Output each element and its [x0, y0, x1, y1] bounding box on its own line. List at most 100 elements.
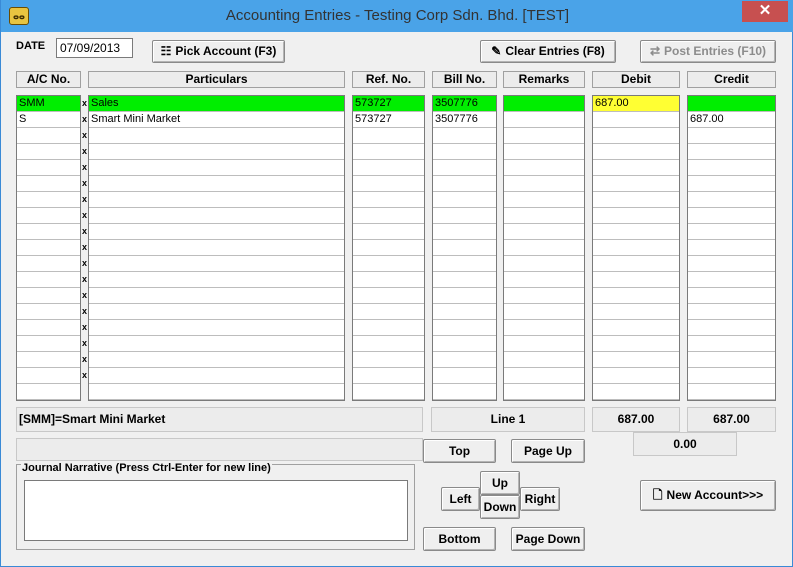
delete-marker-column[interactable]: xxxxxxxxxxxxxxxxxx — [81, 95, 88, 401]
table-cell[interactable] — [504, 224, 584, 240]
table-cell[interactable]: 687.00 — [593, 96, 679, 112]
table-cell[interactable] — [17, 368, 80, 384]
table-cell[interactable] — [688, 288, 775, 304]
ac-no-column[interactable]: SMM S — [16, 95, 81, 401]
ref-no-column[interactable]: 573727 573727 — [352, 95, 425, 401]
table-cell[interactable] — [504, 304, 584, 320]
table-cell[interactable] — [353, 176, 424, 192]
table-cell[interactable] — [353, 272, 424, 288]
table-cell[interactable] — [353, 208, 424, 224]
table-cell[interactable] — [17, 176, 80, 192]
table-cell[interactable] — [17, 208, 80, 224]
table-cell[interactable] — [353, 224, 424, 240]
table-cell[interactable] — [353, 320, 424, 336]
narrative-textarea[interactable] — [24, 480, 408, 541]
delete-row-marker[interactable]: x — [81, 271, 88, 287]
table-cell[interactable] — [504, 96, 584, 112]
table-cell[interactable]: 3507776 — [433, 96, 496, 112]
table-cell[interactable] — [89, 160, 344, 176]
table-cell[interactable] — [89, 240, 344, 256]
table-cell[interactable] — [433, 176, 496, 192]
table-cell[interactable] — [89, 384, 344, 400]
table-cell[interactable] — [17, 352, 80, 368]
table-cell[interactable] — [17, 304, 80, 320]
title-bar[interactable]: ⴰⴰ Accounting Entries - Testing Corp Sdn… — [1, 0, 793, 32]
delete-row-marker[interactable]: x — [81, 191, 88, 207]
date-input[interactable]: 07/09/2013 — [56, 38, 133, 58]
table-cell[interactable]: Smart Mini Market — [89, 112, 344, 128]
table-cell[interactable] — [89, 288, 344, 304]
delete-row-marker[interactable]: x — [81, 335, 88, 351]
table-cell[interactable]: 3507776 — [433, 112, 496, 128]
table-cell[interactable] — [433, 272, 496, 288]
table-cell[interactable] — [688, 336, 775, 352]
table-cell[interactable] — [89, 336, 344, 352]
table-cell[interactable] — [17, 224, 80, 240]
delete-row-marker[interactable]: x — [81, 287, 88, 303]
table-cell[interactable] — [688, 192, 775, 208]
delete-row-marker[interactable]: x — [81, 239, 88, 255]
table-cell[interactable] — [593, 160, 679, 176]
table-cell[interactable] — [593, 256, 679, 272]
table-cell[interactable] — [433, 368, 496, 384]
table-cell[interactable] — [353, 288, 424, 304]
table-cell[interactable] — [17, 320, 80, 336]
table-cell[interactable] — [17, 128, 80, 144]
table-cell[interactable] — [353, 144, 424, 160]
table-cell[interactable] — [89, 192, 344, 208]
table-cell[interactable] — [89, 176, 344, 192]
table-cell[interactable] — [504, 192, 584, 208]
left-button[interactable]: Left — [441, 487, 480, 511]
table-cell[interactable] — [504, 368, 584, 384]
table-cell[interactable] — [504, 288, 584, 304]
table-cell[interactable] — [433, 160, 496, 176]
table-cell[interactable] — [504, 112, 584, 128]
table-cell[interactable] — [353, 160, 424, 176]
table-cell[interactable] — [504, 336, 584, 352]
table-cell[interactable]: SMM — [17, 96, 80, 112]
table-cell[interactable] — [433, 304, 496, 320]
delete-row-marker[interactable]: x — [81, 367, 88, 383]
table-cell[interactable] — [504, 320, 584, 336]
table-cell[interactable] — [504, 384, 584, 400]
table-cell[interactable] — [17, 160, 80, 176]
pick-account-button[interactable]: ☷ Pick Account (F3) — [152, 40, 285, 63]
table-cell[interactable] — [504, 160, 584, 176]
post-entries-button[interactable]: ⇄ Post Entries (F10) — [640, 40, 776, 63]
delete-row-marker[interactable]: x — [81, 319, 88, 335]
particulars-column[interactable]: Sales Smart Mini Market — [88, 95, 345, 401]
new-account-button[interactable]: 🗋 New Account>>> — [640, 480, 776, 511]
table-cell[interactable] — [353, 368, 424, 384]
table-cell[interactable] — [433, 384, 496, 400]
table-cell[interactable] — [17, 256, 80, 272]
right-button[interactable]: Right — [520, 487, 560, 511]
table-cell[interactable] — [89, 208, 344, 224]
table-cell[interactable]: Sales — [89, 96, 344, 112]
table-cell[interactable] — [593, 384, 679, 400]
table-cell[interactable] — [688, 160, 775, 176]
table-cell[interactable] — [688, 96, 775, 112]
table-cell[interactable] — [89, 352, 344, 368]
remarks-column[interactable] — [503, 95, 585, 401]
table-cell[interactable] — [688, 144, 775, 160]
table-cell[interactable] — [433, 224, 496, 240]
table-cell[interactable] — [593, 336, 679, 352]
table-cell[interactable] — [688, 304, 775, 320]
table-cell[interactable] — [89, 272, 344, 288]
table-cell[interactable] — [353, 256, 424, 272]
table-cell[interactable] — [89, 256, 344, 272]
table-cell[interactable] — [17, 288, 80, 304]
table-cell[interactable] — [593, 208, 679, 224]
table-cell[interactable]: 573727 — [353, 96, 424, 112]
close-button[interactable]: ✕ — [742, 1, 788, 22]
table-cell[interactable] — [353, 352, 424, 368]
top-button[interactable]: Top — [423, 439, 496, 463]
table-cell[interactable] — [688, 352, 775, 368]
clear-entries-button[interactable]: ✎ Clear Entries (F8) — [480, 40, 616, 63]
table-cell[interactable] — [89, 224, 344, 240]
table-cell[interactable] — [504, 208, 584, 224]
table-cell[interactable] — [593, 272, 679, 288]
table-cell[interactable] — [433, 192, 496, 208]
debit-column[interactable]: 687.00 — [592, 95, 680, 401]
table-cell[interactable] — [593, 192, 679, 208]
